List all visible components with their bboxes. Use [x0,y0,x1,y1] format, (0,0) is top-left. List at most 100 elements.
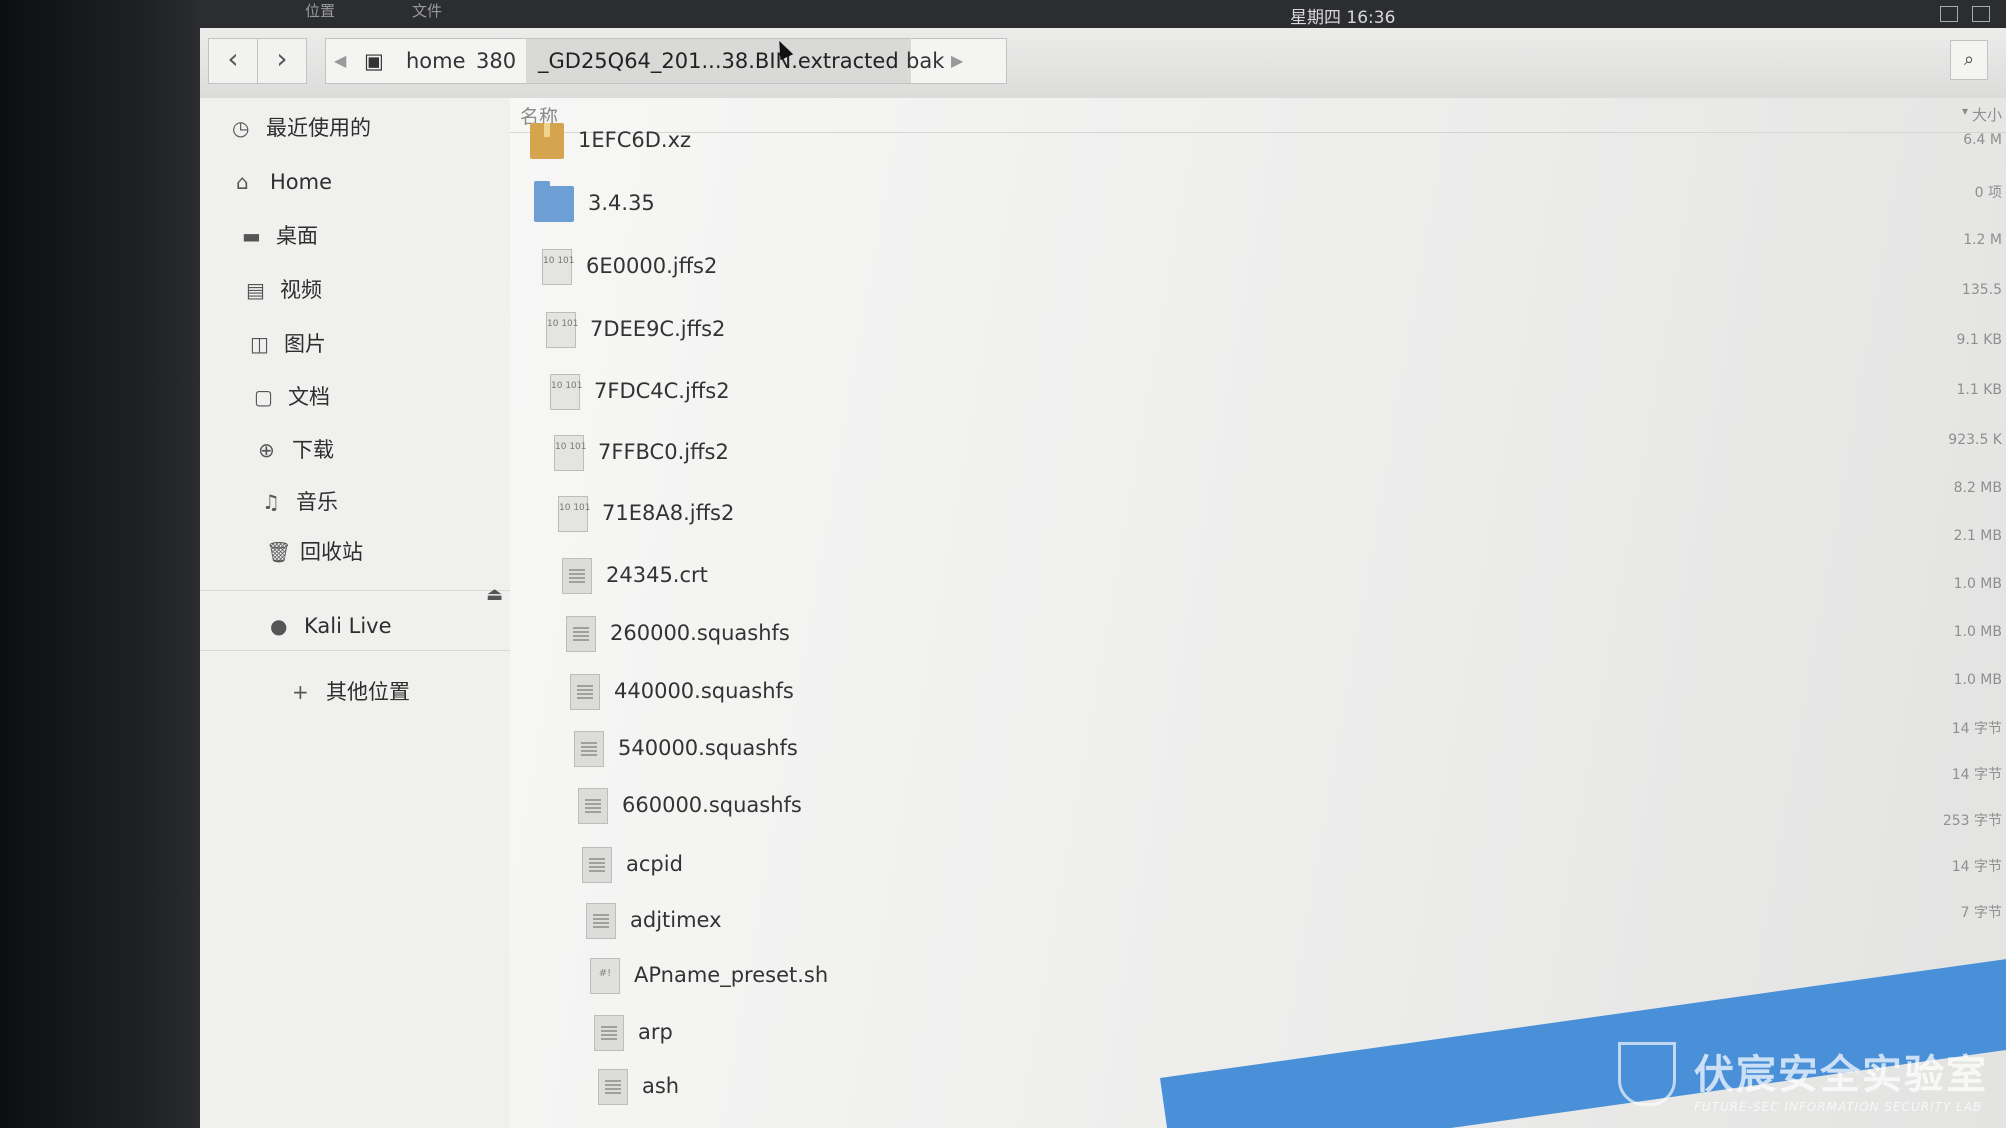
file-row[interactable]: 440000.squashfs [570,669,794,713]
sidebar-divider [200,650,510,651]
binary-file-icon: 10 101 [554,435,587,471]
back-button[interactable]: ‹ [208,38,258,84]
file-row[interactable]: acpid [582,842,683,886]
file-row[interactable]: 1EFC6D.xz [530,118,691,162]
document-icon: ▢ [254,385,273,409]
search-button[interactable]: ⌕ [1950,40,1988,80]
film-icon: ▤ [246,278,265,302]
file-row[interactable]: 660000.squashfs [578,783,802,827]
breadcrumb-bak[interactable]: bak [906,39,944,83]
plus-icon: + [292,680,309,704]
folder-row[interactable]: 3.4.35 [534,181,655,225]
file-row[interactable]: 10 101 6E0000.jffs2 [542,244,717,288]
home-icon: ⌂ [236,170,249,194]
drive-icon[interactable]: ▣ [364,39,384,83]
power-icon[interactable] [1972,6,1990,22]
sidebar-item-label: 图片 [284,332,326,356]
file-name: 3.4.35 [588,191,655,215]
network-icon[interactable] [1940,6,1958,22]
sidebar-item-label: 最近使用的 [266,116,371,140]
file-row[interactable]: ash [598,1064,679,1108]
file-row[interactable]: adjtimex [586,898,722,942]
file-name: 540000.squashfs [618,736,798,760]
file-row[interactable]: 260000.squashfs [566,611,790,655]
breadcrumb-extracted[interactable]: _GD25Q64_201...38.BIN.extracted [526,39,911,83]
breadcrumb-scroll-left[interactable]: ◀ [334,39,346,83]
file-size: 1.0 MB [1953,672,2002,688]
file-row[interactable]: 10 101 7FDC4C.jffs2 [550,369,730,413]
file-size: 0 项 [1974,185,2002,201]
watermark-title: 伏宸安全实验室 [1694,1052,1988,1098]
text-file-icon [598,1069,628,1105]
sidebar-item-label: 其他位置 [326,680,410,704]
file-name: 71E8A8.jffs2 [602,501,735,525]
file-row[interactable]: 10 101 71E8A8.jffs2 [558,491,734,535]
binary-file-icon: 10 101 [550,374,583,410]
file-row[interactable]: 540000.squashfs [574,726,798,770]
file-row[interactable]: arp [594,1010,673,1054]
download-icon: ⊕ [258,438,275,462]
sidebar-item-label: Home [270,170,333,194]
places-menu[interactable]: 位置 [305,0,335,21]
column-header: 名称 ▾ 大小 [510,98,2006,133]
chevron-right-icon: › [276,42,288,75]
image-icon: ◫ [250,332,269,356]
header-bar: ‹ › ◀ ▣ home 380 _GD25Q64_201...38.BIN.e… [200,28,2006,99]
breadcrumb-home[interactable]: home [406,39,466,83]
file-name: 24345.crt [606,563,708,587]
file-name: ash [642,1074,680,1098]
sidebar-item-label: 下载 [292,438,334,462]
breadcrumb-380[interactable]: 380 [476,39,516,83]
file-row[interactable]: 10 101 7FFBC0.jffs2 [554,430,729,474]
forward-button[interactable]: › [257,38,307,84]
file-size: 253 字节 [1942,813,2002,829]
sidebar-item-music[interactable]: ♫ 音乐 [262,482,338,522]
file-row[interactable]: 24345.crt [562,553,708,597]
file-size: 1.2 M [1963,232,2002,248]
sidebar-item-recent[interactable]: ◷ 最近使用的 [232,108,371,148]
sidebar-item-label: 文档 [288,385,330,409]
file-row[interactable]: 10 101 7DEE9C.jffs2 [546,307,725,351]
file-size: 14 字节 [1951,721,2002,737]
shield-logo-icon [1618,1042,1676,1106]
file-size: 2.1 MB [1953,528,2002,544]
breadcrumb-scroll-right[interactable]: ▶ [951,39,963,83]
eject-icon[interactable]: ⏏ [486,584,503,605]
sidebar-item-label: Kali Live [304,614,392,638]
file-name: 7DEE9C.jffs2 [590,317,726,341]
file-list: 名称 ▾ 大小 1EFC6D.xz 3.4.35 10 101 6E0000.jf… [510,98,2006,1128]
file-size: 9.1 KB [1956,332,2003,348]
sidebar-divider [200,590,510,591]
file-name: adjtimex [630,908,722,932]
column-size-header[interactable]: 大小 [1972,104,2002,125]
text-file-icon [562,558,592,594]
sidebar-item-label: 桌面 [276,224,318,248]
sidebar-item-home[interactable]: ⌂ Home [236,162,332,202]
disc-icon: ● [270,614,288,638]
file-name: 6E0000.jffs2 [586,254,718,278]
monitor-bezel [0,0,200,1128]
sidebar-item-other-locations[interactable]: + 其他位置 [292,672,410,712]
file-name: 440000.squashfs [614,679,794,703]
top-bar: 位置 文件 星期四 16:36 [200,0,2006,28]
sidebar-item-pictures[interactable]: ◫ 图片 [250,324,326,364]
file-size: 1.1 KB [1956,382,2003,398]
text-file-icon [566,616,596,652]
file-size: 6.4 M [1963,132,2002,148]
text-file-icon [586,903,616,939]
search-icon: ⌕ [1963,49,1975,70]
sidebar-item-videos[interactable]: ▤ 视频 [246,270,322,310]
clock[interactable]: 星期四 16:36 [1290,3,1395,28]
sidebar-item-downloads[interactable]: ⊕ 下载 [258,430,334,470]
sidebar-item-kali-live[interactable]: ● Kali Live [270,606,392,646]
sidebar-item-documents[interactable]: ▢ 文档 [254,377,330,417]
file-size: 1.0 MB [1953,624,2002,640]
binary-file-icon: 10 101 [542,249,575,285]
file-row[interactable]: #! APname_preset.sh [590,953,828,997]
files-menu[interactable]: 文件 [412,0,442,21]
sort-arrow-icon: ▾ [1961,104,1968,118]
file-name: APname_preset.sh [634,963,829,987]
sidebar-item-desktop[interactable]: ▬ 桌面 [242,216,318,256]
sidebar-item-trash[interactable]: 🗑 回收站 [266,532,363,572]
file-size: 923.5 K [1948,432,2002,448]
